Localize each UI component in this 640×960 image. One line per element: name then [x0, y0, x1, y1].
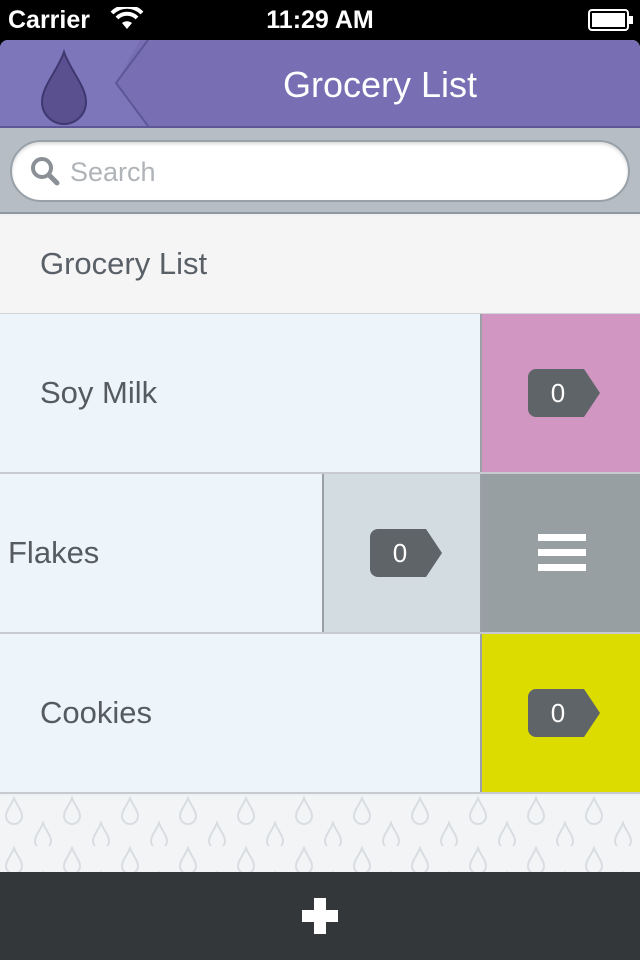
list-item-cookies[interactable]: Cookies 0 [0, 634, 640, 794]
item-color-swatch[interactable]: 0 [322, 474, 482, 632]
menu-icon [538, 534, 586, 571]
list-item-label: Soy Milk [40, 375, 158, 410]
list-item-flakes[interactable]: Flakes 0 [0, 474, 640, 634]
count-tag: 0 [370, 529, 444, 577]
list-item-label: Cookies [40, 695, 152, 730]
background-pattern [0, 796, 640, 876]
count-tag: 0 [528, 689, 602, 737]
status-time: 11:29 AM [266, 6, 374, 34]
search-bar [0, 128, 640, 214]
status-bar: Carrier 11:29 AM [0, 0, 640, 40]
drop-pattern [0, 796, 640, 876]
item-count: 0 [392, 538, 408, 568]
list-header: Grocery List [0, 216, 640, 314]
item-color-swatch[interactable]: 0 [480, 634, 640, 792]
item-count: 0 [550, 378, 566, 408]
search-field[interactable] [10, 140, 630, 202]
battery-icon [588, 9, 633, 31]
page-title: Grocery List [282, 64, 478, 105]
plus-icon[interactable] [290, 888, 350, 944]
list-item-label: Flakes [8, 535, 100, 570]
bottom-toolbar [0, 872, 640, 960]
list-header-title: Grocery List [40, 246, 208, 281]
item-color-swatch[interactable]: 0 [480, 314, 640, 472]
list-item-soy-milk[interactable]: Soy Milk 0 [0, 314, 640, 474]
search-icon [31, 157, 60, 186]
reorder-handle[interactable] [480, 474, 640, 632]
count-tag: 0 [528, 369, 602, 417]
app-screen: Grocery List Grocery List Soy Milk 0 F [0, 40, 640, 960]
search-input[interactable] [70, 150, 610, 194]
item-count: 0 [550, 698, 566, 728]
nav-bar: Grocery List [0, 40, 640, 128]
